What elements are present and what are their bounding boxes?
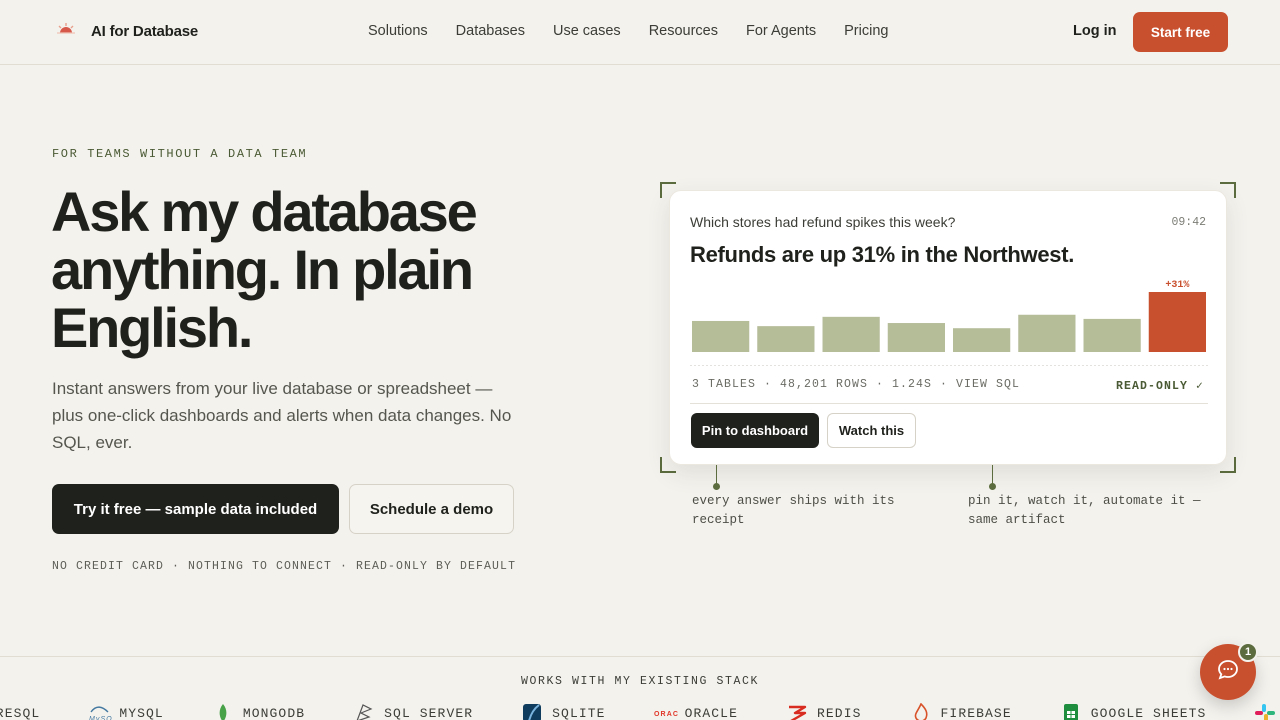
brand-name: AI for Database [91, 22, 199, 40]
integration-label: MYSQL [119, 705, 164, 720]
firebase-icon [910, 702, 932, 720]
annotation-pointer [716, 465, 717, 485]
card-answer: Refunds are up 31% in the Northwest. [690, 242, 1075, 267]
hero-eyebrow: FOR TEAMS WITHOUT A DATA TEAM [52, 147, 308, 161]
integrations-title: WORKS WITH MY EXISTING STACK [520, 675, 760, 688]
google-sheets-icon [1060, 703, 1082, 720]
brand-logo-link[interactable]: AI for Database [55, 20, 198, 42]
integration-label: TGRESQL [0, 705, 41, 720]
integration-label: ORACLE [684, 705, 738, 720]
refund-bar-chart: +31% [690, 280, 1208, 366]
annotation-artifact: pin it, watch it, automate it — same art… [968, 494, 1201, 527]
integration-label: FIREBASE [940, 705, 1012, 720]
integrations-strip: WORKS WITH MY EXISTING STACK TGRESQL MyS… [0, 656, 1280, 720]
start-free-button[interactable]: Start free [1133, 12, 1228, 52]
card-question: Which stores had refund spikes this week… [690, 214, 956, 230]
svg-text:MySQL: MySQL [89, 716, 112, 720]
main-menu: Solutions Databases Use cases Resources … [368, 23, 888, 39]
logo-mysql: MySQL MYSQL [88, 703, 164, 720]
sql-server-icon [353, 703, 375, 720]
card-divider [690, 403, 1208, 404]
login-link[interactable]: Log in [1073, 23, 1117, 39]
logo-firebase: FIREBASE [910, 702, 1012, 720]
logo-redis: REDIS [786, 703, 862, 720]
try-free-button[interactable]: Try it free — sample data included [52, 484, 339, 534]
nav-solutions[interactable]: Solutions [368, 23, 428, 39]
nav-databases[interactable]: Databases [456, 23, 525, 39]
chart-bar [757, 326, 815, 352]
hero-headline: Ask my database anything. In plain Engli… [51, 183, 571, 357]
chart-bar-highlight [1148, 292, 1206, 352]
nav-for-agents[interactable]: For Agents [746, 23, 816, 39]
logo-slack [1254, 703, 1276, 720]
pin-to-dashboard-button[interactable]: Pin to dashboard [691, 413, 819, 448]
integration-label: GOOGLE SHEETS [1090, 705, 1207, 720]
integration-label: MONGODB [242, 705, 306, 720]
chart-bar [822, 316, 880, 352]
chat-unread-badge: 1 [1238, 642, 1258, 662]
chart-bar [692, 320, 750, 352]
annotation-dot [713, 483, 720, 490]
annotation-receipt: every answer ships with its receipt [692, 494, 895, 527]
logo-sqlite: SQLITE [521, 703, 605, 720]
redis-icon [786, 703, 808, 720]
integrations-logo-row: TGRESQL MySQL MYSQL MONGODB SQL SERVER S… [0, 702, 1280, 720]
slack-icon [1254, 703, 1276, 720]
query-metrics[interactable]: 3 TABLES · 48,201 ROWS · 1.24S · VIEW SQ… [692, 378, 1020, 391]
chat-icon [1216, 658, 1240, 687]
mysql-icon: MySQL [88, 703, 117, 720]
read-only-badge: READ-ONLY ✓ [1115, 380, 1204, 393]
headline-line: English. [51, 296, 253, 359]
top-navigation: AI for Database Solutions Databases Use … [0, 0, 1280, 65]
logo-oracle: ORACLE ORACLE [654, 703, 738, 720]
card-timestamp: 09:42 [1171, 216, 1206, 229]
oracle-icon: ORACLE [654, 703, 689, 720]
integration-label: REDIS [817, 705, 862, 720]
chart-bar [1018, 314, 1076, 352]
sun-icon [55, 20, 77, 42]
mongodb-icon [212, 703, 234, 720]
logo-mongodb: MONGODB [212, 703, 305, 720]
sqlite-icon [521, 703, 543, 720]
hero-fineprint: NO CREDIT CARD · NOTHING TO CONNECT · RE… [52, 560, 517, 573]
hero-subtitle: Instant answers from your live database … [52, 379, 512, 452]
nav-pricing[interactable]: Pricing [844, 23, 888, 39]
annotation-pointer [992, 465, 993, 485]
svg-text:ORACLE: ORACLE [654, 711, 678, 718]
headline-line: anything. In plain [51, 238, 474, 301]
answer-card: Which stores had refund spikes this week… [669, 190, 1227, 465]
chart-bar [1083, 318, 1141, 352]
nav-use-cases[interactable]: Use cases [553, 23, 621, 39]
logo-sql-server: SQL SERVER [353, 703, 473, 720]
chart-bar [887, 323, 945, 352]
headline-line: Ask my database [51, 180, 478, 243]
annotation-dot [989, 483, 996, 490]
integration-label: SQL SERVER [384, 705, 474, 720]
watch-this-button[interactable]: Watch this [827, 413, 916, 448]
chart-bar [953, 328, 1011, 352]
nav-resources[interactable]: Resources [649, 23, 718, 39]
logo-postgresql: TGRESQL [0, 706, 40, 720]
schedule-demo-button[interactable]: Schedule a demo [349, 484, 514, 534]
integration-label: SQLITE [552, 705, 606, 720]
chart-highlight-label: +31% [1165, 280, 1189, 291]
logo-google-sheets: GOOGLE SHEETS [1060, 703, 1207, 720]
